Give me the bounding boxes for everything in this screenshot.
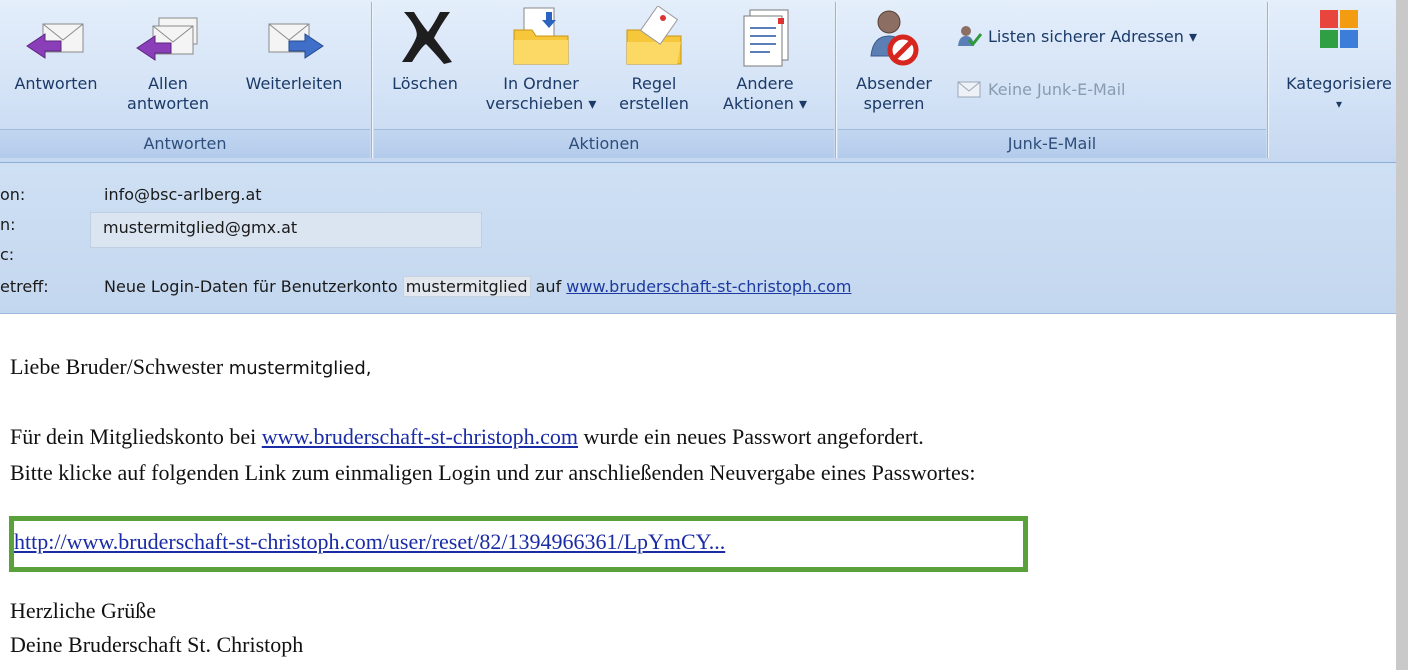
delete-label: Löschen bbox=[392, 74, 458, 93]
subject-mid: auf bbox=[535, 277, 562, 296]
from-value[interactable]: info@bsc-arlberg.at bbox=[104, 183, 262, 207]
junk-group: Absender sperren Listen sicherer Adresse… bbox=[838, 0, 1266, 160]
move-label-1: In Ordner bbox=[503, 74, 579, 93]
actions-group: Löschen In Ordner verschieben ▾ Regel er… bbox=[374, 0, 834, 160]
safe-senders-icon bbox=[958, 26, 982, 47]
outlook-message-window: Antworten Allen antworten Weiterleiten A… bbox=[0, 0, 1396, 670]
other-label-1: Andere bbox=[736, 74, 794, 93]
line1-prefix: Für dein Mitgliedskonto bei bbox=[10, 424, 257, 449]
reply-envelope-icon bbox=[26, 23, 84, 59]
forward-envelope-icon bbox=[268, 23, 324, 59]
block-sender-button[interactable]: Absender sperren bbox=[844, 0, 944, 114]
forward-label: Weiterleiten bbox=[245, 74, 343, 93]
respond-group: Antworten Allen antworten Weiterleiten A… bbox=[0, 0, 370, 160]
other-label-2: Aktionen ▾ bbox=[723, 94, 807, 113]
move-to-folder-icon bbox=[513, 7, 569, 65]
categorize-dropdown-icon: ▾ bbox=[1335, 97, 1343, 111]
greeting-name: mustermitglied, bbox=[228, 358, 372, 379]
cc-label: c: bbox=[0, 245, 15, 264]
respond-group-caption: Antworten bbox=[0, 129, 370, 158]
password-reset-link[interactable]: http://www.bruderschaft-st-christoph.com… bbox=[14, 529, 725, 554]
block-label-1: Absender bbox=[856, 74, 932, 93]
rule-label-2: erstellen bbox=[619, 94, 689, 113]
create-rule-button[interactable]: Regel erstellen bbox=[604, 0, 704, 114]
line1-suffix: wurde ein neues Passwort angefordert. bbox=[583, 424, 924, 449]
body-line-2: Bitte klicke auf folgenden Link zum einm… bbox=[10, 460, 975, 486]
line2-text: Bitte klicke auf folgenden Link zum einm… bbox=[10, 460, 976, 485]
block-label-2: sperren bbox=[863, 94, 925, 113]
actions-group-caption: Aktionen bbox=[374, 129, 834, 158]
to-recipient-field[interactable]: mustermitglied@gmx.at bbox=[90, 212, 482, 248]
greeting-text: Liebe Bruder/Schwester bbox=[10, 354, 224, 379]
group-divider bbox=[835, 2, 836, 158]
closing-line-1: Herzliche Grüße bbox=[10, 598, 156, 624]
block-sender-icon bbox=[870, 10, 919, 66]
reply-all-label-1: Allen bbox=[148, 74, 188, 93]
categorize-icon bbox=[1320, 10, 1358, 48]
not-junk-label: Keine Junk-E-Mail bbox=[988, 79, 1126, 99]
from-label: on: bbox=[0, 185, 26, 204]
subject-label: etreff: bbox=[0, 277, 49, 296]
ribbon: Antworten Allen antworten Weiterleiten A… bbox=[0, 0, 1396, 163]
reply-all-label-2: antworten bbox=[127, 94, 209, 113]
reply-button[interactable]: Antworten bbox=[0, 0, 112, 94]
closing-signature: Deine Bruderschaft St. Christoph bbox=[10, 632, 304, 657]
group-divider bbox=[1267, 2, 1268, 158]
reply-all-button[interactable]: Allen antworten bbox=[118, 0, 218, 114]
subject-prefix: Neue Login-Daten für Benutzerkonto bbox=[104, 277, 398, 296]
safe-lists-button[interactable]: Listen sicherer Adressen ▾ bbox=[956, 24, 1197, 48]
categorize-label: Kategorisiere bbox=[1286, 74, 1392, 93]
safe-lists-label: Listen sicherer Adressen ▾ bbox=[988, 26, 1197, 46]
other-actions-icon bbox=[743, 9, 789, 67]
rule-label-1: Regel bbox=[631, 74, 677, 93]
subject-link[interactable]: www.bruderschaft-st-christoph.com bbox=[566, 277, 851, 296]
greeting-line: Liebe Bruder/Schwester mustermitglied, bbox=[10, 354, 371, 380]
junk-group-caption: Junk-E-Mail bbox=[838, 129, 1266, 158]
body-line-1: Für dein Mitgliedskonto bei www.brudersc… bbox=[10, 424, 924, 450]
reply-label: Antworten bbox=[14, 74, 98, 93]
subject-username-token: mustermitglied bbox=[402, 276, 531, 297]
forward-button[interactable]: Weiterleiten bbox=[226, 0, 362, 94]
closing-greeting: Herzliche Grüße bbox=[10, 598, 156, 623]
create-rule-icon bbox=[626, 6, 682, 65]
website-link[interactable]: www.bruderschaft-st-christoph.com bbox=[262, 424, 578, 449]
delete-button[interactable]: Löschen bbox=[380, 0, 470, 94]
not-junk-button[interactable]: Keine Junk-E-Mail bbox=[956, 78, 1125, 100]
move-to-folder-button[interactable]: In Ordner verschieben ▾ bbox=[480, 0, 602, 114]
to-value: mustermitglied@gmx.at bbox=[103, 218, 298, 237]
reply-all-envelope-icon bbox=[136, 17, 198, 61]
categorize-group: Kategorisiere ▾ bbox=[1270, 0, 1396, 160]
categorize-button[interactable]: Kategorisiere ▾ bbox=[1278, 0, 1400, 114]
message-body: Liebe Bruder/Schwester mustermitglied, F… bbox=[0, 314, 1396, 670]
other-actions-button[interactable]: Andere Aktionen ▾ bbox=[710, 0, 820, 114]
closing-line-2: Deine Bruderschaft St. Christoph bbox=[10, 632, 303, 658]
reset-link-line: http://www.bruderschaft-st-christoph.com… bbox=[14, 529, 725, 555]
delete-x-icon bbox=[402, 12, 452, 64]
subject-value: Neue Login-Daten für Benutzerkonto muste… bbox=[104, 275, 851, 299]
to-label: n: bbox=[0, 215, 16, 234]
group-divider bbox=[371, 2, 372, 158]
not-junk-icon bbox=[957, 81, 981, 98]
move-label-2: verschieben ▾ bbox=[485, 94, 597, 113]
